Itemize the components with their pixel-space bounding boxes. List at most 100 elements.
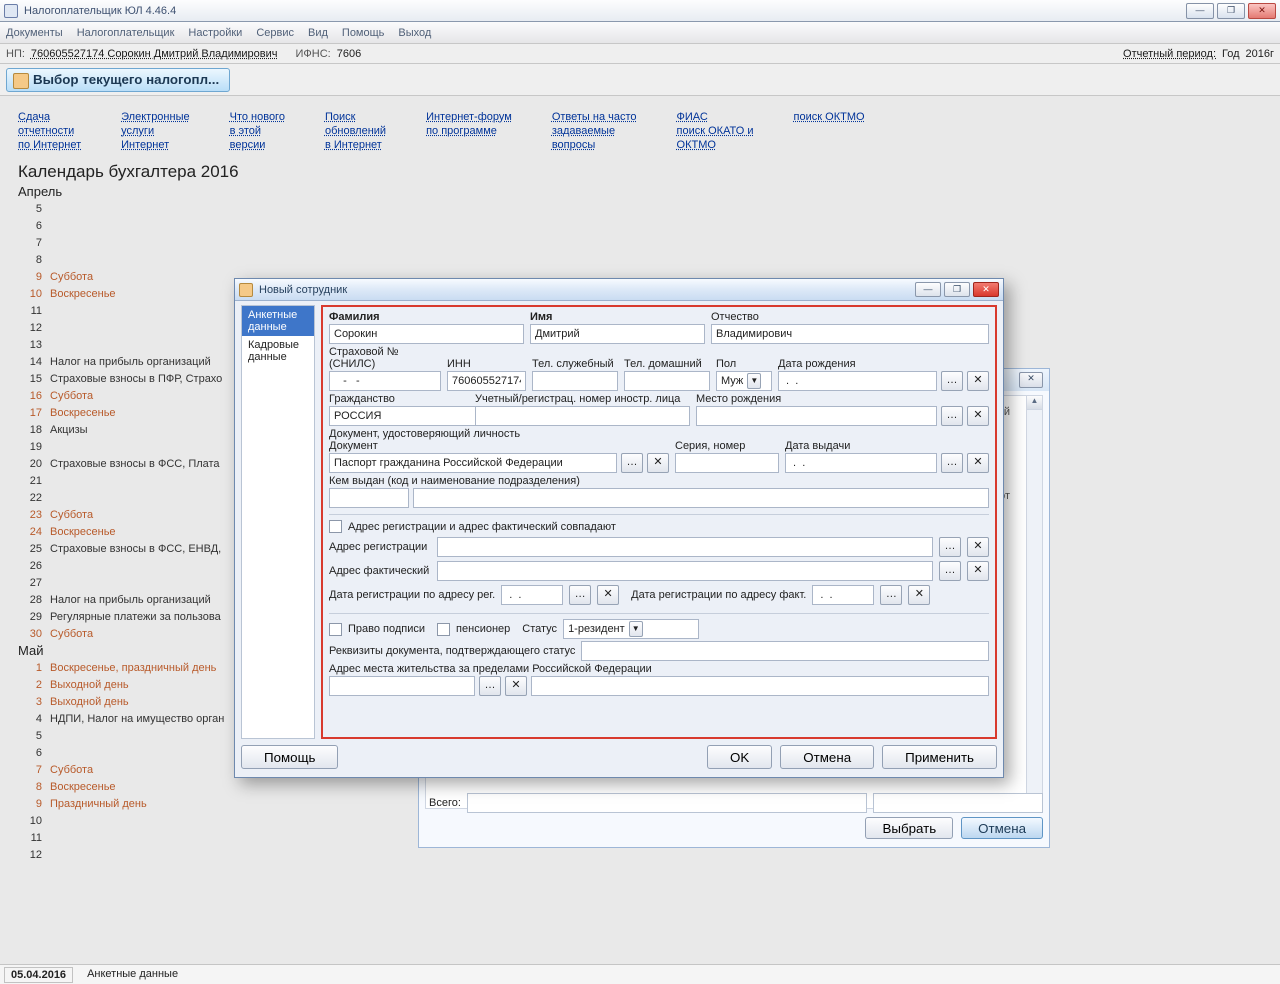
minimize-button[interactable]: — (1186, 3, 1214, 19)
regdate-reg-pick[interactable]: … (569, 585, 591, 605)
lbl-same-address: Адрес регистрации и адрес фактический со… (348, 521, 616, 533)
foreign-country-pick[interactable]: … (479, 676, 501, 696)
input-reg-date-fact[interactable] (812, 585, 874, 605)
issued-pick-button[interactable]: … (941, 453, 963, 473)
dlg-apply-button[interactable]: Применить (882, 745, 997, 769)
bg-close-button[interactable]: ✕ (1019, 372, 1043, 388)
input-issuer-name[interactable] (413, 488, 989, 508)
quick-link-6[interactable]: ФИАСпоиск ОКАТО иОКТМО (677, 110, 754, 152)
dlg-help-button[interactable]: Помощь (241, 745, 338, 769)
tab-personal[interactable]: Анкетные данные (242, 306, 314, 336)
input-status-doc[interactable] (581, 641, 989, 661)
dob-pick-button[interactable]: … (941, 371, 963, 391)
input-addr-fact[interactable] (437, 561, 933, 581)
quick-link-0[interactable]: Сдачаотчетностипо Интернет (18, 110, 81, 152)
period-label[interactable]: Отчетный период: (1123, 48, 1216, 60)
lbl-status: Статус (522, 623, 557, 635)
regdate-reg-clear[interactable]: ✕ (597, 585, 619, 605)
main-toolbar: Выбор текущего налогопл... (0, 64, 1280, 96)
quick-link-3[interactable]: Поискобновленийв Интернет (325, 110, 386, 152)
checkbox-pensioner[interactable] (437, 623, 450, 636)
addr-fact-clear-button[interactable]: ✕ (967, 561, 989, 581)
checkbox-same-address[interactable] (329, 520, 342, 533)
birthplace-clear-button[interactable]: ✕ (967, 406, 989, 426)
menu-view[interactable]: Вид (308, 27, 328, 39)
chevron-down-icon: ▼ (747, 373, 761, 389)
input-lastname[interactable] (329, 324, 524, 344)
lbl-issued: Дата выдачи (785, 440, 989, 452)
addr-reg-pick-button[interactable]: … (939, 537, 961, 557)
quick-link-5[interactable]: Ответы на частозадаваемыевопросы (552, 110, 637, 152)
tab-hr[interactable]: Кадровые данные (242, 336, 314, 366)
np-value[interactable]: 760605527174 Сорокин Дмитрий Владимирови… (31, 48, 278, 60)
total-label: Всего: (425, 797, 461, 809)
input-reg-date-reg[interactable] (501, 585, 563, 605)
menu-settings[interactable]: Настройки (188, 27, 242, 39)
dob-clear-button[interactable]: ✕ (967, 371, 989, 391)
lbl-addr-fact: Адрес фактический (329, 565, 431, 577)
quick-link-7[interactable]: поиск ОКТМО (794, 110, 865, 152)
quick-link-4[interactable]: Интернет-форумпо программе (426, 110, 512, 152)
lbl-serial: Серия, номер (675, 440, 779, 452)
addr-fact-pick-button[interactable]: … (939, 561, 961, 581)
personal-form: Фамилия Имя Отчество Страховой № (СНИЛС) (321, 305, 997, 739)
close-button[interactable]: ✕ (1248, 3, 1276, 19)
issued-clear-button[interactable]: ✕ (967, 453, 989, 473)
input-firstname[interactable] (530, 324, 705, 344)
input-issuer-code[interactable] (329, 488, 409, 508)
maximize-button[interactable]: ❐ (1217, 3, 1245, 19)
input-foreign-country[interactable] (329, 676, 475, 696)
select-taxpayer-button[interactable]: Выбор текущего налогопл... (6, 68, 230, 92)
input-foreign-id[interactable] (475, 406, 690, 426)
menu-exit[interactable]: Выход (398, 27, 431, 39)
select-status[interactable]: 1-резидент▼ (563, 619, 699, 639)
lbl-pensioner: пенсионер (456, 623, 510, 635)
input-document[interactable] (329, 453, 617, 473)
input-citizenship[interactable] (329, 406, 481, 426)
input-tel-work[interactable] (532, 371, 618, 391)
checkbox-sign-right[interactable] (329, 623, 342, 636)
input-serial[interactable] (675, 453, 779, 473)
lbl-birthplace: Место рождения (696, 393, 989, 405)
input-snils[interactable] (329, 371, 441, 391)
input-tel-home[interactable] (624, 371, 710, 391)
menu-help[interactable]: Помощь (342, 27, 385, 39)
dlg-close-button[interactable]: ✕ (973, 282, 999, 297)
dialog-icon (239, 283, 253, 297)
scroll-up-icon[interactable]: ▲ (1027, 396, 1042, 410)
quick-link-2[interactable]: Что новогов этойверсии (230, 110, 285, 152)
dlg-ok-button[interactable]: OK (707, 745, 772, 769)
dlg-minimize-button[interactable]: — (915, 282, 941, 297)
menu-service[interactable]: Сервис (256, 27, 294, 39)
bg-scrollbar[interactable]: ▲ ▼ (1026, 396, 1042, 808)
calendar-row: 5 (24, 201, 1280, 218)
main-titlebar: Налогоплательщик ЮЛ 4.46.4 — ❐ ✕ (0, 0, 1280, 22)
input-patronymic[interactable] (711, 324, 989, 344)
ifns-value: 7606 (337, 48, 361, 60)
total-field-2 (873, 793, 1043, 813)
addr-reg-clear-button[interactable]: ✕ (967, 537, 989, 557)
bg-cancel-button[interactable]: Отмена (961, 817, 1043, 839)
menu-documents[interactable]: Документы (6, 27, 63, 39)
input-birthplace[interactable] (696, 406, 937, 426)
quick-link-1[interactable]: ЭлектронныеуслугиИнтернет (121, 110, 189, 152)
new-employee-dialog: Новый сотрудник — ❐ ✕ Анкетные данные Ка… (234, 278, 1004, 778)
select-sex[interactable]: Муж▼ (716, 371, 772, 391)
dlg-maximize-button[interactable]: ❐ (944, 282, 970, 297)
calendar-row: 12 (24, 847, 1280, 864)
document-clear-button[interactable]: ✕ (647, 453, 669, 473)
bg-select-button[interactable]: Выбрать (865, 817, 953, 839)
lbl-status-doc: Реквизиты документа, подтверждающего ста… (329, 645, 575, 657)
foreign-country-clear[interactable]: ✕ (505, 676, 527, 696)
menu-taxpayer[interactable]: Налогоплательщик (77, 27, 175, 39)
regdate-fact-pick[interactable]: … (880, 585, 902, 605)
input-foreign-addr[interactable] (531, 676, 989, 696)
document-pick-button[interactable]: … (621, 453, 643, 473)
input-issued[interactable] (785, 453, 937, 473)
input-addr-reg[interactable] (437, 537, 933, 557)
regdate-fact-clear[interactable]: ✕ (908, 585, 930, 605)
input-inn[interactable] (447, 371, 526, 391)
dlg-cancel-button[interactable]: Отмена (780, 745, 874, 769)
birthplace-pick-button[interactable]: … (941, 406, 963, 426)
input-dob[interactable] (778, 371, 937, 391)
